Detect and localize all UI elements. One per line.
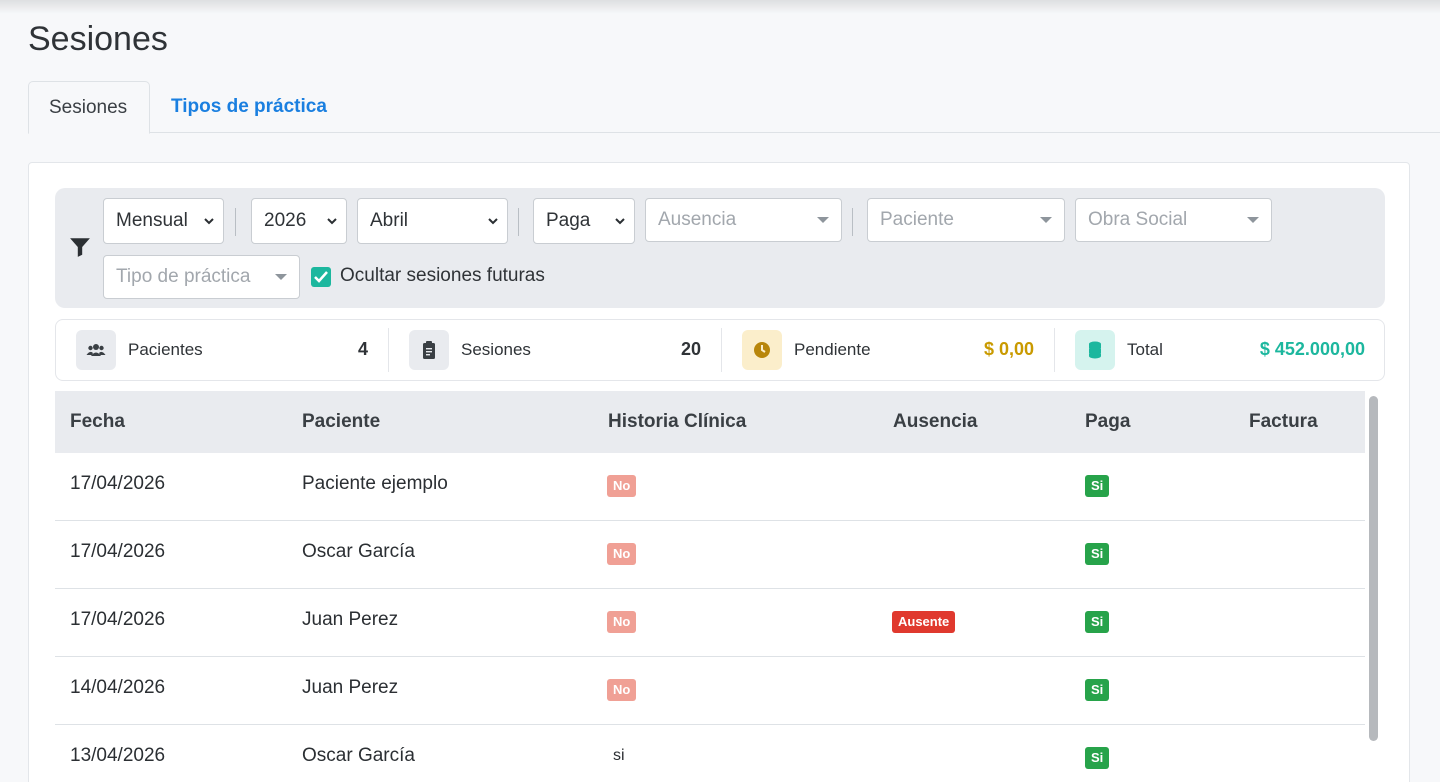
col-factura[interactable]: Factura xyxy=(1249,411,1318,433)
table-row[interactable]: 17/04/2026 Oscar García No Si xyxy=(55,521,1365,589)
col-fecha[interactable]: Fecha xyxy=(70,411,125,433)
stats-bar: Pacientes 4 Sesiones 20 Pendiente $ 0,00… xyxy=(55,319,1385,381)
filter-icon xyxy=(70,238,90,257)
cell-fecha: 17/04/2026 xyxy=(70,609,166,630)
stat-value: $ 452.000,00 xyxy=(1259,339,1365,359)
chevron-down-icon xyxy=(615,218,625,225)
cell-fecha: 14/04/2026 xyxy=(70,677,166,698)
ausencia-placeholder: Ausencia xyxy=(658,209,737,230)
filter-divider xyxy=(235,208,236,236)
chevron-down-icon xyxy=(204,218,214,225)
obra-social-placeholder: Obra Social xyxy=(1088,209,1188,230)
historia-badge: No xyxy=(607,475,637,497)
filters-panel: Mensual 2026 Abril Paga Ausencia Pacient… xyxy=(55,188,1385,308)
paga-badge: Si xyxy=(1085,679,1110,701)
tabs-bar: Sesiones Tipos de práctica xyxy=(28,81,1440,134)
periodo-value: Mensual xyxy=(116,210,188,231)
cell-paciente: Juan Perez xyxy=(302,609,399,630)
anio-select[interactable]: 2026 xyxy=(251,198,347,244)
table-header: Fecha Paciente Historia Clínica Ausencia… xyxy=(55,391,1365,453)
stat-label: Pacientes xyxy=(128,340,203,359)
sessions-card: Mensual 2026 Abril Paga Ausencia Pacient… xyxy=(28,162,1410,782)
cell-paciente: Juan Perez xyxy=(302,677,399,698)
ocultar-futuras-checkbox[interactable] xyxy=(311,267,331,287)
table-scrollbar[interactable] xyxy=(1369,396,1378,741)
clock-icon xyxy=(742,330,782,370)
table-row[interactable]: 17/04/2026 Paciente ejemplo No Si xyxy=(55,453,1365,521)
cell-fecha: 17/04/2026 xyxy=(70,473,166,494)
stat-value: 4 xyxy=(357,339,368,359)
paga-badge: Si xyxy=(1085,475,1110,497)
historia-badge: No xyxy=(607,679,637,701)
top-shadow xyxy=(0,0,1440,14)
stat-pendiente: Pendiente $ 0,00 xyxy=(722,320,1054,380)
chevron-down-icon xyxy=(327,218,337,225)
obra-social-select[interactable]: Obra Social xyxy=(1075,198,1272,242)
periodo-select[interactable]: Mensual xyxy=(103,198,224,244)
col-paciente[interactable]: Paciente xyxy=(302,411,380,433)
caret-down-icon xyxy=(1040,217,1052,223)
cell-paciente: Paciente ejemplo xyxy=(302,473,448,494)
mes-select[interactable]: Abril xyxy=(357,198,508,244)
sessions-table: Fecha Paciente Historia Clínica Ausencia… xyxy=(55,391,1365,782)
table-row[interactable]: 17/04/2026 Juan Perez No Ausente Si xyxy=(55,589,1365,657)
caret-down-icon xyxy=(275,274,287,280)
cell-fecha: 17/04/2026 xyxy=(70,541,166,562)
stat-total: Total $ 452.000,00 xyxy=(1055,320,1385,380)
paciente-placeholder: Paciente xyxy=(880,209,954,230)
cell-paciente: Oscar García xyxy=(302,541,415,562)
anio-value: 2026 xyxy=(264,210,307,231)
check-icon xyxy=(314,271,328,283)
caret-down-icon xyxy=(1247,217,1259,223)
cell-historia: si xyxy=(613,747,625,764)
historia-badge: No xyxy=(607,611,637,633)
mes-value: Abril xyxy=(370,210,409,231)
tab-tipos-de-practica[interactable]: Tipos de práctica xyxy=(151,81,347,134)
col-paga[interactable]: Paga xyxy=(1085,411,1130,433)
stat-value: 20 xyxy=(680,339,701,359)
col-historia-clinica[interactable]: Historia Clínica xyxy=(608,411,746,433)
table-row[interactable]: 14/04/2026 Juan Perez No Si xyxy=(55,657,1365,725)
page-title: Sesiones xyxy=(28,20,168,58)
ocultar-futuras-label[interactable]: Ocultar sesiones futuras xyxy=(340,265,545,287)
tipo-practica-select[interactable]: Tipo de práctica xyxy=(103,255,300,299)
stat-label: Total xyxy=(1127,340,1163,359)
filter-divider xyxy=(518,208,519,236)
stat-value: $ 0,00 xyxy=(983,339,1034,359)
paga-badge: Si xyxy=(1085,543,1110,565)
tipo-practica-placeholder: Tipo de práctica xyxy=(116,266,251,287)
stat-sesiones: Sesiones 20 xyxy=(389,320,721,380)
tab-sesiones[interactable]: Sesiones xyxy=(28,81,150,134)
stat-label: Pendiente xyxy=(794,340,871,359)
coins-icon xyxy=(1075,330,1115,370)
stat-pacientes: Pacientes 4 xyxy=(56,320,388,380)
filter-divider xyxy=(852,208,853,236)
col-ausencia[interactable]: Ausencia xyxy=(893,411,977,433)
users-icon xyxy=(76,330,116,370)
cell-fecha: 13/04/2026 xyxy=(70,745,166,766)
caret-down-icon xyxy=(817,217,829,223)
clipboard-icon xyxy=(409,330,449,370)
chevron-down-icon xyxy=(488,218,498,225)
ausencia-select[interactable]: Ausencia xyxy=(645,198,842,242)
paga-select[interactable]: Paga xyxy=(533,198,635,244)
stat-label: Sesiones xyxy=(461,340,531,359)
table-row[interactable]: 13/04/2026 Oscar García si Si xyxy=(55,725,1365,782)
historia-badge: No xyxy=(607,543,637,565)
paciente-select[interactable]: Paciente xyxy=(867,198,1065,242)
paga-badge: Si xyxy=(1085,747,1110,769)
ausencia-badge: Ausente xyxy=(892,611,956,633)
cell-paciente: Oscar García xyxy=(302,745,415,766)
paga-badge: Si xyxy=(1085,611,1110,633)
paga-value: Paga xyxy=(546,210,591,231)
